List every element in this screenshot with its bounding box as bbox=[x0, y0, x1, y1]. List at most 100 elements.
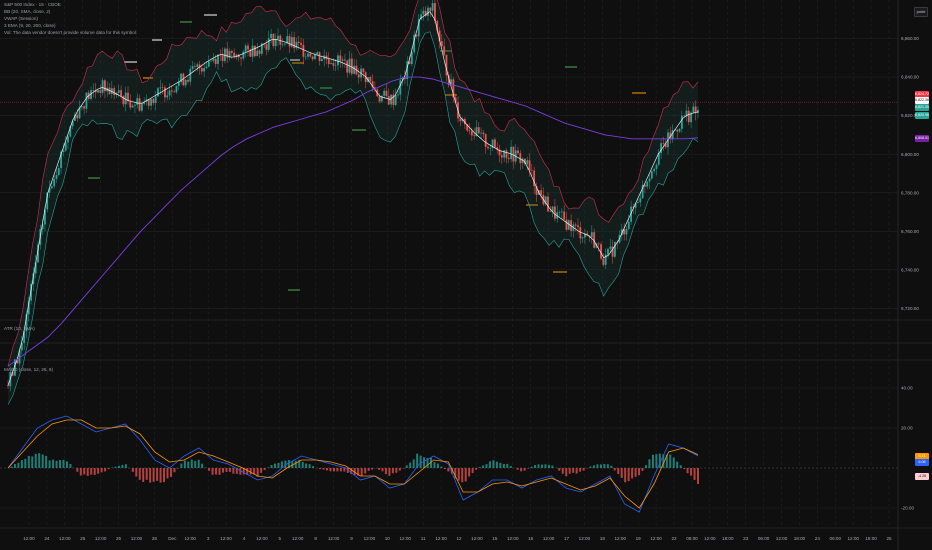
chart-canvas[interactable]: 6,860.006,840.006,820.006,800.006,780.00… bbox=[0, 0, 932, 550]
candle-body bbox=[339, 55, 342, 61]
macd-histogram-bar bbox=[638, 468, 641, 476]
macd-histogram-bar bbox=[624, 468, 627, 483]
macd-histogram-bar bbox=[423, 457, 426, 468]
legend-vwap[interactable]: VWAP (Session) bbox=[4, 15, 137, 22]
candle-body bbox=[487, 146, 489, 149]
macd-histogram-bar bbox=[669, 454, 672, 468]
unit-badge[interactable]: point bbox=[914, 7, 928, 17]
candle-body bbox=[297, 41, 300, 43]
price-tag[interactable]: 6,820.96 bbox=[915, 112, 929, 120]
candle-body bbox=[53, 178, 56, 187]
macd-histogram-bar bbox=[447, 468, 450, 472]
candle-body bbox=[154, 96, 157, 103]
macd-pane-title[interactable]: MACD (close, 12, 26, 9) bbox=[4, 367, 53, 372]
candle-body bbox=[558, 212, 561, 213]
macd-histogram-bar bbox=[76, 468, 79, 472]
candle-body bbox=[650, 171, 653, 179]
candle-body bbox=[134, 104, 136, 106]
time-tick-label: 5 bbox=[279, 536, 282, 541]
macd-histogram-bar bbox=[485, 464, 488, 468]
candle-body bbox=[397, 94, 399, 96]
macd-histogram-bar bbox=[478, 467, 481, 468]
macd-histogram-bar bbox=[332, 468, 335, 472]
candle-body bbox=[459, 118, 462, 121]
time-axis[interactable]: 12:00 24 12:00 25 12:00 26 12:00 28 Dec 12:00 3 12:… bbox=[23, 536, 892, 541]
candle-body bbox=[302, 44, 305, 57]
price-tag[interactable]: 6,822.38 bbox=[915, 96, 929, 104]
macd-histogram-bar bbox=[391, 468, 394, 474]
candle-body bbox=[131, 105, 134, 108]
macd-histogram-bar bbox=[221, 468, 224, 473]
candle-body bbox=[330, 63, 332, 64]
candle-body bbox=[191, 66, 194, 69]
candle-body bbox=[76, 114, 79, 119]
macd-value-tag[interactable]: -4.28 bbox=[915, 472, 929, 480]
macd-histogram-bar bbox=[27, 455, 30, 468]
candle-body bbox=[577, 225, 579, 228]
candle-body bbox=[270, 33, 272, 39]
macd-histogram-bar bbox=[93, 468, 96, 475]
macd-histogram-bar bbox=[547, 464, 550, 468]
macd-histogram-bar bbox=[138, 468, 141, 480]
macd-histogram-bar bbox=[55, 460, 58, 468]
macd-histogram-bar bbox=[38, 453, 41, 468]
candle-body bbox=[117, 90, 120, 93]
time-tick-label: 12 bbox=[456, 536, 462, 541]
candle-body bbox=[101, 80, 104, 93]
symbol-title[interactable]: S&P 500 Index · 15 · CBOE bbox=[4, 1, 137, 8]
candle-body bbox=[540, 190, 542, 195]
macd-histogram-bar bbox=[294, 460, 297, 468]
candle-body bbox=[318, 52, 321, 62]
legend-bb[interactable]: BB (20, SMA, close, 2) bbox=[4, 8, 137, 15]
time-tick-label: 12:00 bbox=[131, 536, 143, 541]
macd-histogram-bar bbox=[471, 468, 474, 474]
candle-body bbox=[653, 168, 656, 172]
macd-value-tag[interactable]: 6.08 bbox=[915, 458, 929, 466]
candle-body bbox=[480, 132, 482, 134]
macd-histogram-bar bbox=[104, 468, 107, 472]
candle-body bbox=[194, 66, 196, 67]
price-tick-label: 6,740.00 bbox=[901, 267, 919, 272]
macd-histogram-bar bbox=[644, 465, 647, 468]
candle-body bbox=[80, 106, 83, 108]
macd-histogram-bar bbox=[582, 468, 585, 471]
legend-ema[interactable]: 3 EMA (9, 20, 200, close) bbox=[4, 22, 137, 29]
candle-body bbox=[362, 68, 365, 73]
macd-histogram-bar bbox=[197, 459, 200, 468]
macd-histogram-bar bbox=[683, 468, 686, 469]
time-tick-label: 12:00 bbox=[435, 536, 447, 541]
macd-histogram-bar bbox=[156, 468, 159, 481]
candle-body bbox=[637, 202, 639, 204]
candle-body bbox=[519, 153, 522, 164]
atr-pane-title[interactable]: ATR (10, SMA) bbox=[4, 326, 35, 331]
macd-histogram-bar bbox=[398, 468, 401, 471]
candle-body bbox=[152, 98, 155, 103]
candle-body bbox=[159, 87, 162, 89]
macd-histogram-bar bbox=[277, 462, 280, 468]
time-tick-label: 23 bbox=[743, 536, 749, 541]
candle-body bbox=[214, 58, 217, 64]
macd-histogram-bar bbox=[405, 465, 408, 468]
candle-body bbox=[124, 92, 127, 105]
price-tag[interactable]: 6,821.30 bbox=[915, 104, 929, 112]
macd-histogram-bar bbox=[367, 468, 370, 471]
time-tick-label: 12:00 bbox=[847, 536, 859, 541]
legend-volume-note: Vol: The data vendor doesn't provide vol… bbox=[4, 30, 138, 35]
candle-body bbox=[288, 36, 291, 47]
candle-body bbox=[369, 76, 372, 82]
macd-histogram-bar bbox=[312, 466, 315, 468]
price-tag[interactable]: 6,808.51 bbox=[915, 135, 929, 143]
time-tick-label: 12:00 bbox=[328, 536, 340, 541]
candle-body bbox=[678, 128, 681, 132]
candle-body bbox=[281, 44, 284, 45]
macd-histogram-bar bbox=[13, 464, 16, 468]
macd-histogram-bar bbox=[613, 468, 616, 471]
macd-histogram-bar bbox=[322, 468, 325, 470]
candle-body bbox=[327, 59, 330, 64]
candle-body bbox=[431, 3, 434, 11]
time-tick-label: 11 bbox=[421, 536, 426, 541]
candle-body bbox=[683, 115, 686, 117]
candle-body bbox=[560, 211, 563, 213]
time-tick-label: 12:00 bbox=[650, 536, 662, 541]
price-tick-label: 6,780.00 bbox=[901, 190, 919, 195]
